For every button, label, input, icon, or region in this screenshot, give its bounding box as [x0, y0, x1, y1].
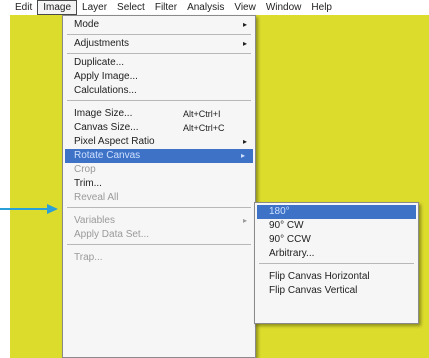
menu-item-mode[interactable]: Mode ▸	[63, 18, 255, 32]
menu-item-duplicate[interactable]: Duplicate...	[63, 56, 255, 70]
menu-view[interactable]: View	[229, 0, 261, 15]
menu-item-apply-data-set[interactable]: Apply Data Set...	[63, 228, 255, 242]
menu-edit[interactable]: Edit	[10, 0, 37, 15]
shortcut-label: Alt+Ctrl+C	[183, 123, 225, 133]
submenu-arrow-icon: ▸	[242, 39, 247, 48]
image-menu-dropdown: Mode ▸ Adjustments ▸ Duplicate... Apply …	[62, 15, 256, 358]
menu-item-reveal-all[interactable]: Reveal All	[63, 191, 255, 205]
menu-item-trap[interactable]: Trap...	[63, 251, 255, 265]
submenu-item-180[interactable]: 180°	[257, 205, 416, 219]
submenu-arrow-icon: ▸	[242, 216, 247, 225]
menu-item-image-size[interactable]: Image Size... Alt+Ctrl+I	[63, 107, 255, 121]
shortcut-label: Alt+Ctrl+I	[183, 109, 221, 119]
submenu-item-flip-vertical[interactable]: Flip Canvas Vertical	[255, 284, 418, 298]
menu-filter[interactable]: Filter	[150, 0, 182, 15]
menu-separator	[67, 53, 251, 54]
menu-bar: Edit Image Layer Select Filter Analysis …	[10, 0, 429, 15]
menu-select[interactable]: Select	[112, 0, 150, 15]
submenu-arrow-icon: ▸	[242, 20, 247, 29]
menu-item-pixel-aspect-ratio[interactable]: Pixel Aspect Ratio ▸	[63, 135, 255, 149]
menu-layer[interactable]: Layer	[77, 0, 112, 15]
menu-separator	[67, 244, 251, 245]
submenu-arrow-icon: ▸	[240, 151, 245, 160]
menu-separator	[259, 263, 414, 264]
submenu-item-flip-horizontal[interactable]: Flip Canvas Horizontal	[255, 270, 418, 284]
submenu-item-90-ccw[interactable]: 90° CCW	[255, 233, 418, 247]
arrow-pointer-icon	[0, 204, 58, 214]
menu-help[interactable]: Help	[306, 0, 337, 15]
submenu-item-90-cw[interactable]: 90° CW	[255, 219, 418, 233]
menu-analysis[interactable]: Analysis	[182, 0, 229, 15]
rotate-canvas-submenu: 180° 90° CW 90° CCW Arbitrary... Flip Ca…	[254, 202, 419, 324]
menu-separator	[67, 207, 251, 208]
menu-item-variables[interactable]: Variables ▸	[63, 214, 255, 228]
submenu-arrow-icon: ▸	[242, 137, 247, 146]
menu-item-trim[interactable]: Trim...	[63, 177, 255, 191]
menu-image[interactable]: Image	[37, 0, 78, 15]
menu-item-calculations[interactable]: Calculations...	[63, 84, 255, 98]
submenu-item-arbitrary[interactable]: Arbitrary...	[255, 247, 418, 261]
menu-item-crop[interactable]: Crop	[63, 163, 255, 177]
menu-item-rotate-canvas[interactable]: Rotate Canvas ▸	[65, 149, 253, 163]
menu-separator	[67, 34, 251, 35]
menu-item-adjustments[interactable]: Adjustments ▸	[63, 37, 255, 51]
menu-item-apply-image[interactable]: Apply Image...	[63, 70, 255, 84]
menu-separator	[67, 100, 251, 101]
menu-window[interactable]: Window	[261, 0, 307, 15]
menu-item-canvas-size[interactable]: Canvas Size... Alt+Ctrl+C	[63, 121, 255, 135]
